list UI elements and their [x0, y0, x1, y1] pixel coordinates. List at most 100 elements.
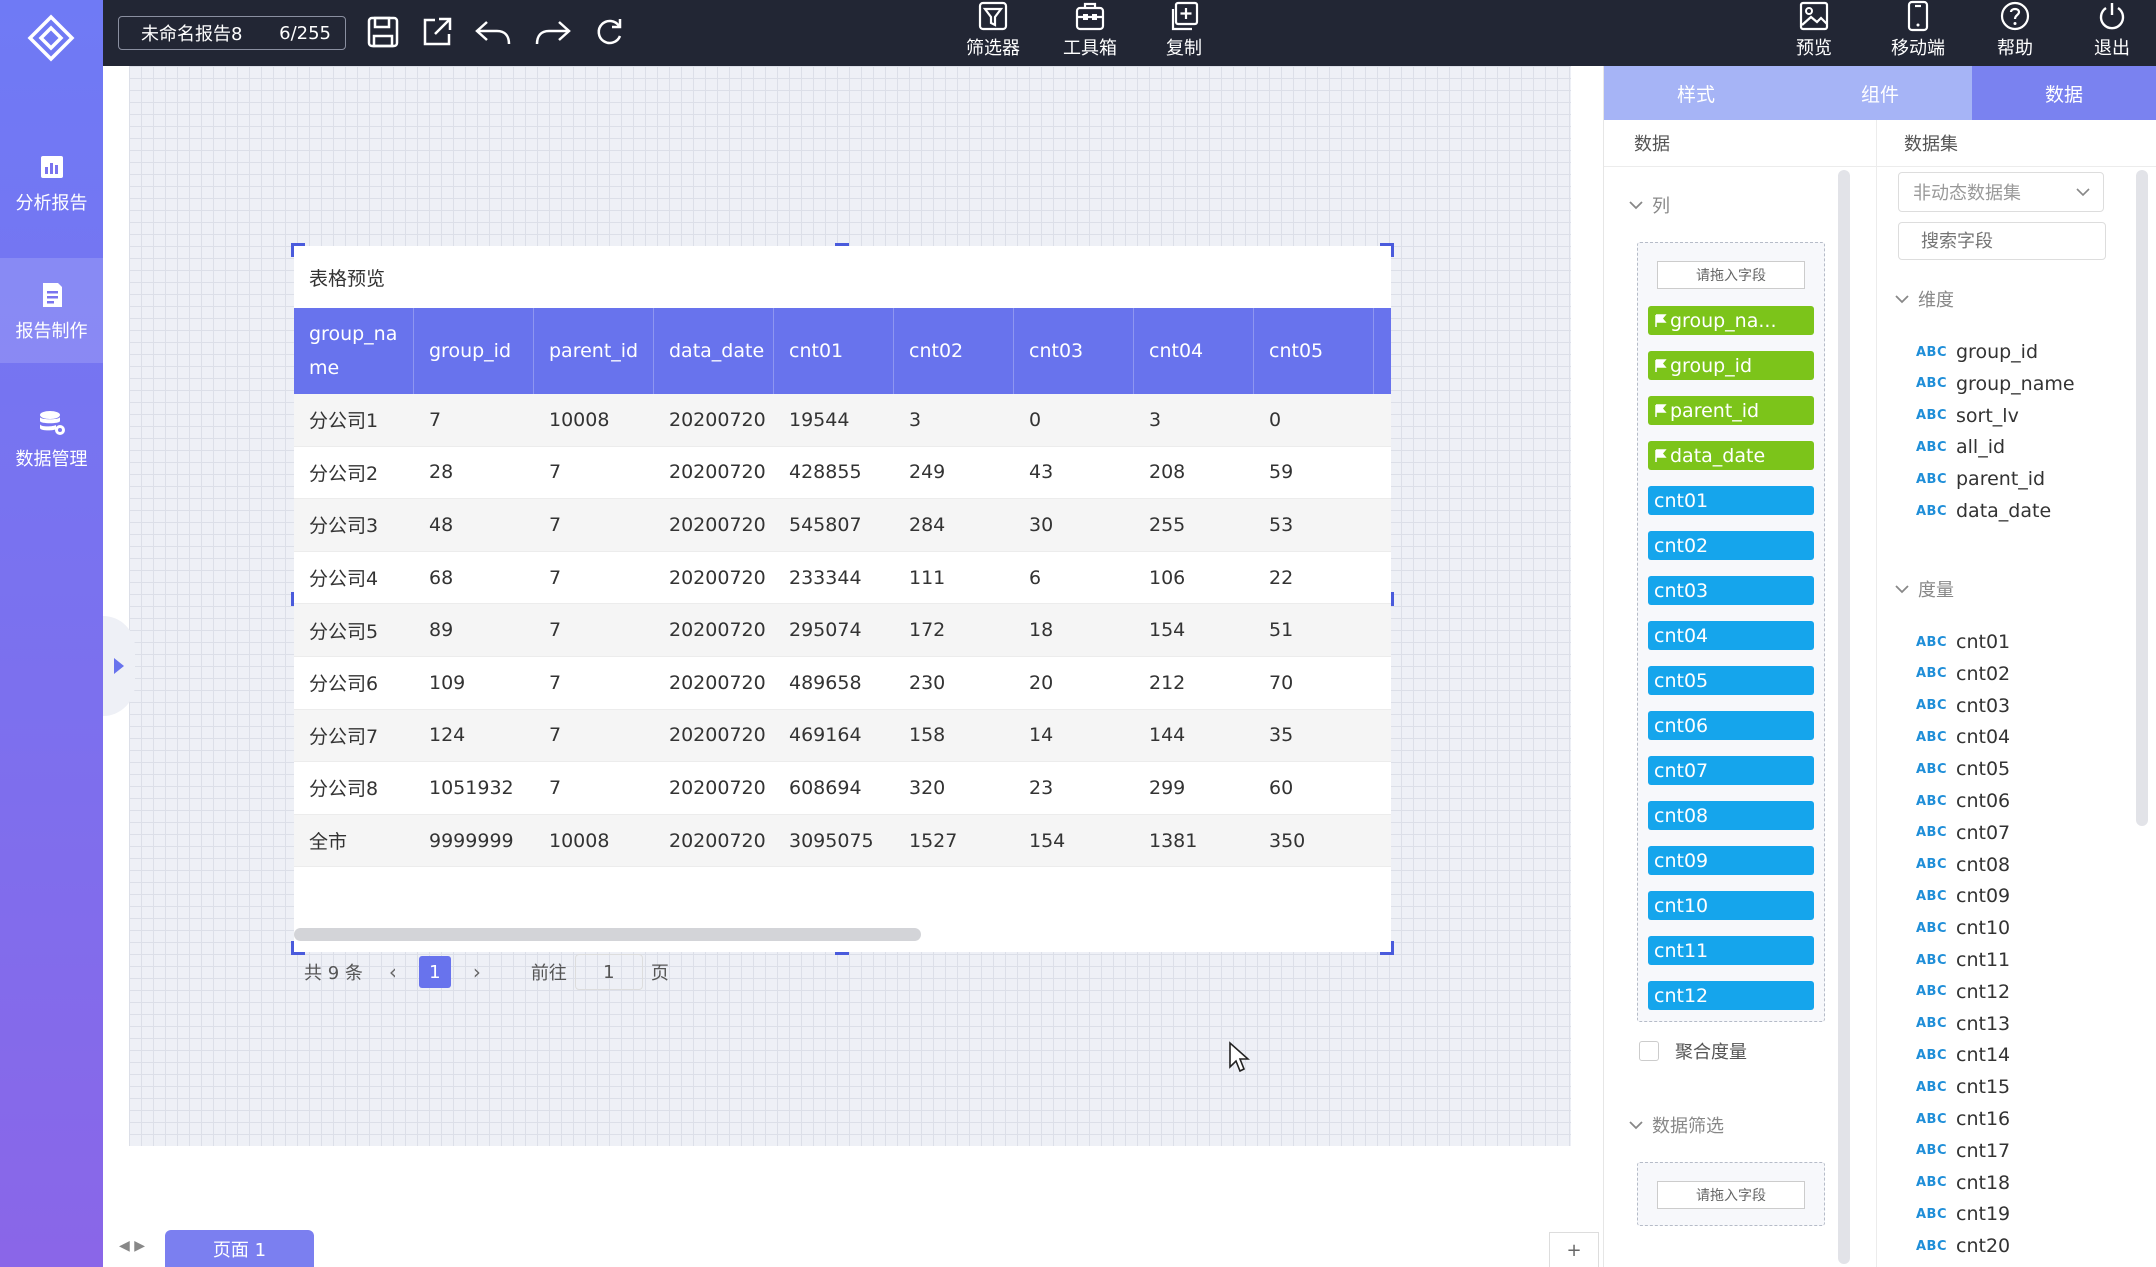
dataset-field[interactable]: ABC cnt19 — [1916, 1199, 2010, 1229]
dataset-field[interactable]: ABC cnt14 — [1916, 1040, 2010, 1070]
columns-section-toggle[interactable]: 列 — [1628, 192, 1670, 218]
dataset-field[interactable]: ABC cnt01 — [1916, 627, 2010, 657]
dataset-field[interactable]: ABC cnt10 — [1916, 913, 2010, 943]
column-chip[interactable]: data_date — [1648, 441, 1814, 470]
dataset-field[interactable]: ABC cnt11 — [1916, 945, 2010, 975]
table-header-cell[interactable]: cnt03 — [1014, 308, 1134, 394]
design-canvas[interactable]: 表格预览 group_name group_id parent_id data_dat… — [129, 66, 1571, 1146]
nav-item-data-management[interactable]: 数据管理 — [0, 386, 103, 491]
column-chip[interactable]: cnt07 — [1648, 756, 1814, 785]
dataset-field[interactable]: ABC cnt15 — [1916, 1072, 2010, 1102]
resize-handle-right[interactable] — [1391, 592, 1394, 606]
columns-drop-zone[interactable]: 请拖入字段 group_na... group_id parent_id data_d… — [1637, 242, 1825, 1022]
dataset-field[interactable]: ABC cnt06 — [1916, 786, 2010, 816]
resize-handle-top[interactable] — [835, 243, 849, 246]
filter-section-toggle[interactable]: 数据筛选 — [1628, 1112, 1724, 1138]
tab-component[interactable]: 组件 — [1788, 66, 1972, 120]
column-chip[interactable]: group_id — [1648, 351, 1814, 380]
dataset-field[interactable]: ABC data_date — [1916, 496, 2051, 526]
table-header-cell[interactable]: cnt05 — [1254, 308, 1374, 394]
table-row[interactable]: 分公司1 7 10008 20200720 19544 3 0 3 0 — [294, 394, 1391, 447]
resize-handle-top-right[interactable] — [1380, 243, 1394, 257]
table-header-cell[interactable]: parent_id — [534, 308, 654, 394]
resize-handle-bottom-right[interactable] — [1380, 941, 1394, 955]
dataset-field[interactable]: ABC cnt03 — [1916, 691, 2010, 721]
pager-goto-input[interactable]: 1 — [574, 954, 643, 990]
dimension-section-toggle[interactable]: 维度 — [1894, 286, 1954, 312]
resize-handle-bottom-left[interactable] — [291, 941, 305, 955]
dataset-field[interactable]: ABC cnt20 — [1916, 1231, 2010, 1261]
dataset-field[interactable]: ABC cnt08 — [1916, 850, 2010, 880]
vertical-scrollbar[interactable] — [1838, 170, 1850, 1264]
undo-icon[interactable] — [473, 14, 513, 50]
dataset-field[interactable]: ABC cnt04 — [1916, 722, 2010, 752]
app-logo-icon[interactable] — [27, 14, 75, 62]
dataset-field[interactable]: ABC cnt05 — [1916, 754, 2010, 784]
column-chip[interactable]: cnt04 — [1648, 621, 1814, 650]
table-row[interactable]: 分公司5 89 7 20200720 295074 172 18 154 51 — [294, 604, 1391, 657]
filter-drop-zone[interactable]: 请拖入字段 — [1637, 1162, 1825, 1226]
resize-handle-top-left[interactable] — [291, 243, 305, 257]
column-chip[interactable]: cnt02 — [1648, 531, 1814, 560]
resize-handle-bottom[interactable] — [835, 952, 849, 955]
table-row[interactable]: 分公司2 28 7 20200720 428855 249 43 208 59 — [294, 447, 1391, 500]
field-search-input[interactable] — [1898, 222, 2106, 260]
table-widget[interactable]: 表格预览 group_name group_id parent_id data_dat… — [291, 243, 1394, 990]
column-chip[interactable]: cnt10 — [1648, 891, 1814, 920]
dataset-field[interactable]: ABC cnt07 — [1916, 818, 2010, 848]
dataset-field[interactable]: ABC sort_lv — [1916, 401, 2019, 431]
refresh-icon[interactable] — [591, 14, 627, 50]
dataset-field[interactable]: ABC cnt12 — [1916, 977, 2010, 1007]
aggregate-checkbox[interactable] — [1639, 1041, 1659, 1061]
horizontal-scrollbar[interactable] — [294, 928, 921, 941]
chevron-right-icon[interactable]: › — [473, 960, 481, 984]
dataset-field[interactable]: ABC all_id — [1916, 432, 2005, 462]
exit-button[interactable]: 退出 — [2084, 0, 2140, 66]
table-header-cell[interactable]: data_date — [654, 308, 774, 394]
export-icon[interactable] — [419, 14, 455, 50]
measure-section-toggle[interactable]: 度量 — [1894, 576, 1954, 602]
help-button[interactable]: 帮助 — [1987, 0, 2043, 66]
dataset-field[interactable]: ABC parent_id — [1916, 464, 2045, 494]
column-chip[interactable]: cnt01 — [1648, 486, 1814, 515]
column-chip[interactable]: group_na... — [1648, 306, 1814, 335]
table-row[interactable]: 全市 9999999 10008 20200720 3095075 1527 154 1381… — [294, 814, 1391, 868]
dataset-field[interactable]: ABC cnt17 — [1916, 1136, 2010, 1166]
copy-button[interactable]: 复制 — [1151, 0, 1217, 66]
report-title-box[interactable]: 未命名报告8 6/255 — [118, 16, 346, 50]
column-chip[interactable]: cnt05 — [1648, 666, 1814, 695]
table-row[interactable]: 分公司7 124 7 20200720 469164 158 14 144 35 — [294, 709, 1391, 763]
column-chip[interactable]: cnt03 — [1648, 576, 1814, 605]
vertical-scrollbar[interactable] — [2136, 170, 2148, 826]
table-header-cell[interactable]: group_id — [414, 308, 534, 394]
chevron-left-icon[interactable]: ‹ — [389, 960, 397, 984]
dataset-field[interactable]: ABC cnt18 — [1916, 1168, 2010, 1198]
column-chip[interactable]: cnt12 — [1648, 981, 1814, 1010]
save-icon[interactable] — [365, 14, 401, 50]
table-row[interactable]: 分公司3 48 7 20200720 545807 284 30 255 53 — [294, 499, 1391, 552]
column-chip[interactable]: cnt11 — [1648, 936, 1814, 965]
dataset-field[interactable]: ABC cnt02 — [1916, 659, 2010, 689]
dataset-field[interactable]: ABC cnt13 — [1916, 1009, 2010, 1039]
tab-data[interactable]: 数据 — [1972, 66, 2156, 120]
preview-button[interactable]: 预览 — [1786, 0, 1842, 66]
tab-style[interactable]: 样式 — [1604, 66, 1788, 120]
table-row[interactable]: 分公司6 109 7 20200720 489658 230 20 212 70 — [294, 657, 1391, 710]
nav-item-report-making[interactable]: 报告制作 — [0, 258, 103, 363]
table-header-cell[interactable]: cnt01 — [774, 308, 894, 394]
dataset-field[interactable]: ABC group_id — [1916, 337, 2038, 367]
add-page-button[interactable]: + — [1549, 1232, 1599, 1267]
table-header-cell[interactable]: cnt02 — [894, 308, 1014, 394]
mobile-button[interactable]: 移动端 — [1885, 0, 1951, 66]
column-chip[interactable]: parent_id — [1648, 396, 1814, 425]
page-nav-arrows[interactable]: ◀ ▶ — [119, 1238, 145, 1254]
pager-current-page[interactable]: 1 — [418, 956, 451, 988]
dataset-select[interactable]: 非动态数据集 — [1898, 172, 2104, 212]
table-header-cell[interactable]: group_name — [294, 308, 414, 394]
toolbox-button[interactable]: 工具箱 — [1057, 0, 1123, 66]
filter-button[interactable]: 筛选器 — [960, 0, 1026, 66]
table-row[interactable]: 分公司4 68 7 20200720 233344 111 6 106 22 — [294, 552, 1391, 605]
dataset-field[interactable]: ABC cnt09 — [1916, 881, 2010, 911]
page-tab[interactable]: 页面 1 — [165, 1230, 314, 1267]
dataset-field[interactable]: ABC cnt16 — [1916, 1104, 2010, 1134]
